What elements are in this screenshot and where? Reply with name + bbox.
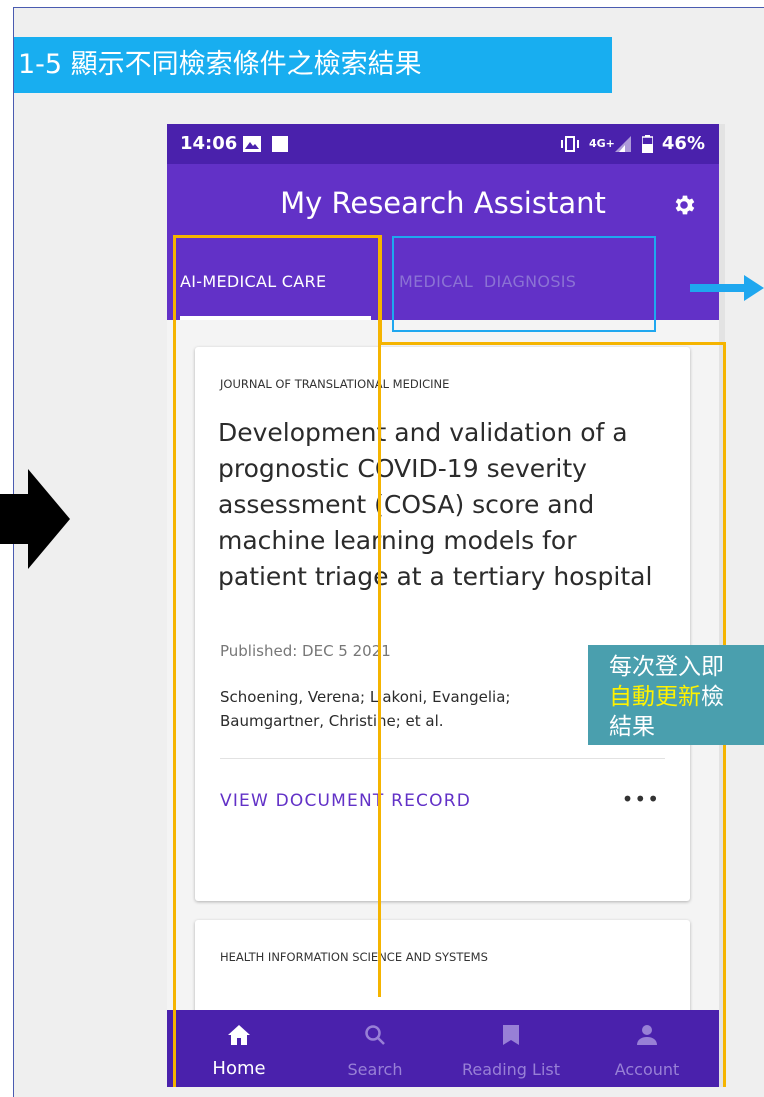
svg-text:4G+: 4G+	[589, 137, 615, 150]
more-options-button[interactable]: •••	[622, 787, 660, 811]
home-icon	[228, 1025, 250, 1045]
tab-ai-medical-care[interactable]: AI-MEDICAL CARE	[180, 272, 326, 291]
callout-line-3: 結果	[609, 714, 655, 740]
article-card[interactable]: JOURNAL OF TRANSLATIONAL MEDICINE Develo…	[195, 347, 690, 901]
callout-line-2-rest: 檢	[701, 684, 724, 710]
nav-reading-list-label: Reading List	[462, 1060, 560, 1079]
published-date: Published: DEC 5 2021	[220, 642, 391, 660]
status-bar: 14:06 4G+ 46%	[167, 124, 719, 164]
status-time: 14:06	[180, 133, 238, 154]
nav-search[interactable]: Search	[319, 1010, 431, 1087]
article-title[interactable]: Development and validation of a prognost…	[218, 415, 658, 595]
nav-search-label: Search	[347, 1060, 403, 1079]
journal-name: JOURNAL OF TRANSLATIONAL MEDICINE	[220, 377, 450, 391]
annotation-callout: 每次登入即 自動更新檢 結果	[588, 645, 764, 745]
account-icon	[637, 1025, 657, 1045]
image-notification-icon	[243, 136, 261, 152]
highlight-box-edge	[379, 235, 382, 345]
network-signal-icon: 4G+	[589, 135, 631, 152]
card-divider	[220, 758, 665, 759]
battery-icon	[641, 134, 653, 153]
callout-line-2: 自動更新檢	[609, 682, 764, 712]
big-arrow-right-icon	[0, 469, 70, 569]
app-title: My Research Assistant	[280, 186, 606, 220]
status-icons: 4G+ 46%	[560, 133, 705, 154]
search-icon	[365, 1025, 385, 1045]
nav-home[interactable]: Home	[195, 1010, 283, 1087]
vibrate-icon	[560, 135, 579, 152]
journal-name: HEALTH INFORMATION SCIENCE AND SYSTEMS	[220, 950, 488, 964]
nav-account-label: Account	[614, 1060, 680, 1079]
highlight-box-edge	[379, 342, 726, 345]
slide-title: 1-5 顯示不同檢索條件之檢索結果	[14, 37, 612, 93]
blue-arrow-right-icon	[690, 275, 764, 301]
tab-indicator	[180, 316, 371, 320]
callout-line-1: 每次登入即	[609, 654, 724, 680]
view-document-record-button[interactable]: VIEW DOCUMENT RECORD	[220, 791, 471, 811]
highlight-box-other-tab	[392, 236, 656, 332]
square-notification-icon	[272, 136, 288, 152]
battery-percent: 46%	[661, 133, 705, 154]
gear-icon[interactable]	[671, 192, 697, 218]
callout-highlight: 自動更新	[609, 684, 701, 710]
bottom-navigation: Home Search Reading List Account	[167, 1010, 719, 1087]
nav-reading-list[interactable]: Reading List	[443, 1010, 579, 1087]
nav-home-label: Home	[212, 1058, 266, 1079]
bookmark-icon	[503, 1025, 519, 1045]
nav-account[interactable]: Account	[591, 1010, 703, 1087]
article-authors: Schoening, Verena; Liakoni, Evangelia; B…	[220, 688, 511, 730]
